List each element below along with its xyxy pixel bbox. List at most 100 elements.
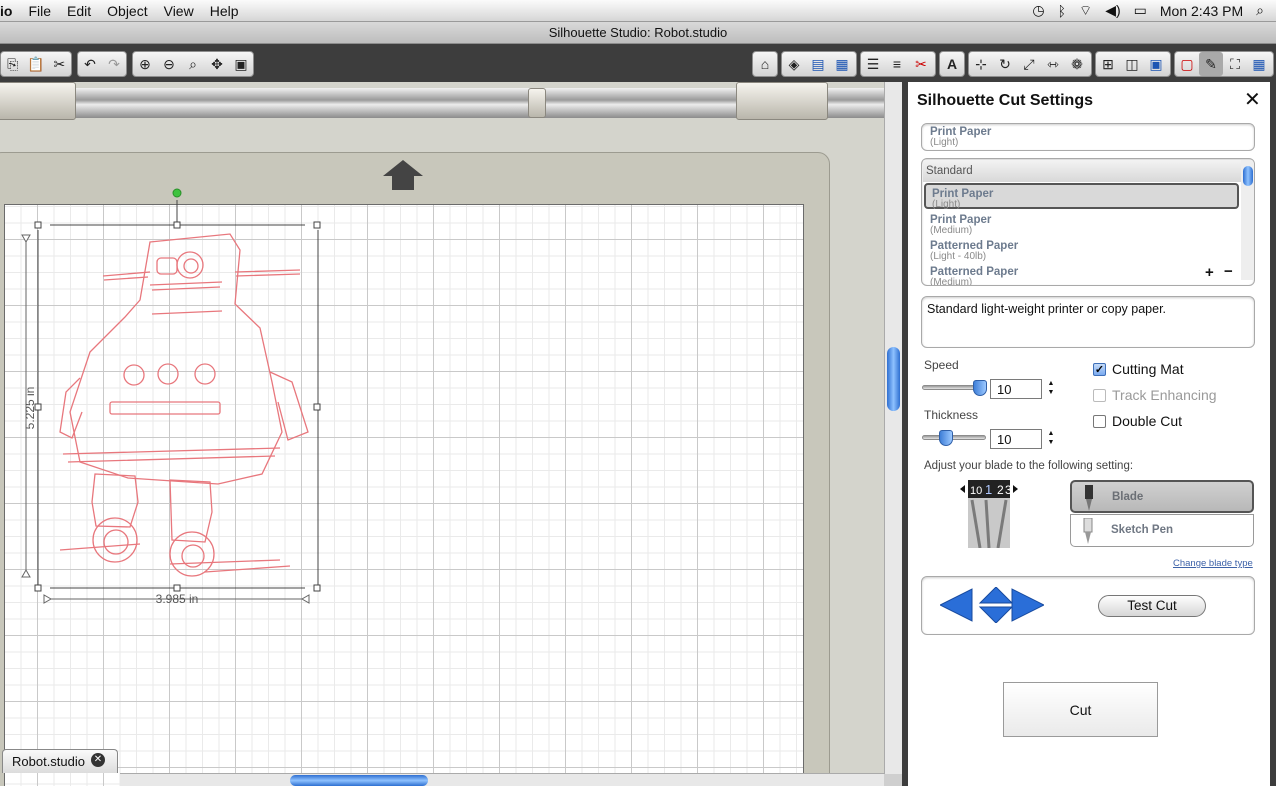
- fit-page-icon[interactable]: ▣: [229, 52, 253, 76]
- arrow-right-icon[interactable]: [1011, 588, 1044, 622]
- copy-icon[interactable]: ⎘: [1, 52, 24, 76]
- text-style-icon[interactable]: A: [940, 52, 964, 76]
- speed-stepper-icon[interactable]: ▲ ▼: [1046, 379, 1056, 397]
- horizontal-scrollbar[interactable]: [120, 773, 884, 786]
- align-icon[interactable]: ⊹: [969, 52, 993, 76]
- volume-icon[interactable]: ◀): [1105, 2, 1120, 19]
- document-tab-label: Robot.studio: [12, 754, 85, 769]
- material-list[interactable]: Standard Print Paper (Light) Print Paper…: [921, 158, 1255, 286]
- tool-sketch-label: Sketch Pen: [1111, 524, 1173, 536]
- checkbox-empty-icon: [1093, 388, 1106, 402]
- store-group: ⌂: [752, 51, 778, 77]
- grid-icon[interactable]: ▦: [830, 52, 854, 76]
- tool-option-sketch-pen[interactable]: Sketch Pen: [1070, 514, 1254, 547]
- page-setup-icon[interactable]: ▤: [806, 52, 830, 76]
- material-item-sub: (Medium): [930, 277, 973, 286]
- zoom-out-icon[interactable]: ⊖: [157, 52, 181, 76]
- robot-design[interactable]: [59, 233, 309, 577]
- material-list-scrollbar[interactable]: [1241, 160, 1254, 280]
- menu-view[interactable]: View: [156, 0, 202, 22]
- material-item[interactable]: Patterned Paper (Medium): [924, 263, 1239, 286]
- battery-icon[interactable]: ▭: [1134, 2, 1147, 19]
- width-dimension-label: 3.985 in: [156, 592, 199, 606]
- track-enhancing-label: Track Enhancing: [1112, 387, 1217, 403]
- menu-app[interactable]: io: [0, 0, 20, 22]
- paste-icon[interactable]: 📋: [24, 52, 47, 76]
- menu-object[interactable]: Object: [99, 0, 155, 22]
- panels-group: ⊞ ◫ ▣: [1095, 51, 1171, 77]
- blade-icon: [1085, 485, 1093, 511]
- thickness-stepper-icon[interactable]: ▲ ▼: [1046, 429, 1056, 447]
- arrow-left-icon[interactable]: [940, 588, 973, 622]
- menu-file[interactable]: File: [20, 0, 59, 22]
- speed-slider[interactable]: [922, 380, 987, 396]
- document-tab[interactable]: Robot.studio ✕: [2, 749, 118, 773]
- horizontal-scroll-thumb[interactable]: [290, 775, 428, 786]
- spotlight-icon[interactable]: ⌕: [1256, 2, 1264, 19]
- material-item-sub: (Medium): [930, 225, 973, 236]
- cut-settings-panel: Silhouette Cut Settings ✕ Print Paper (L…: [908, 82, 1270, 786]
- change-blade-link[interactable]: Change blade type: [1173, 558, 1253, 569]
- menu-edit[interactable]: Edit: [59, 0, 99, 22]
- line-style-icon[interactable]: ≡: [885, 52, 909, 76]
- vertical-scrollbar[interactable]: [884, 82, 902, 774]
- replicate-icon[interactable]: ❁: [1065, 52, 1089, 76]
- test-cut-button[interactable]: Test Cut: [1098, 595, 1206, 617]
- cut-scissors-icon[interactable]: ✂: [48, 52, 71, 76]
- material-item-name: Print Paper: [930, 214, 992, 226]
- grid-view-icon[interactable]: ▦: [1247, 52, 1271, 76]
- arrow-up-icon[interactable]: [978, 587, 1014, 604]
- material-list-scroll-thumb[interactable]: [1243, 166, 1253, 186]
- mirror-icon[interactable]: ⇿: [1041, 52, 1065, 76]
- mode-group: ▢ ✎ ⛶ ▦: [1174, 51, 1274, 77]
- current-material[interactable]: Print Paper (Light): [921, 123, 1255, 151]
- move-arrows: [940, 587, 1044, 623]
- window-title: Silhouette Studio: Robot.studio: [0, 22, 1276, 44]
- bluetooth-icon[interactable]: ᛒ: [1058, 3, 1066, 19]
- close-icon[interactable]: ✕: [1244, 90, 1261, 110]
- cutting-mat-checkbox[interactable]: ✓ Cutting Mat: [1093, 361, 1184, 377]
- line-color-icon[interactable]: ☰: [861, 52, 885, 76]
- zoom-in-icon[interactable]: ⊕: [133, 52, 157, 76]
- cut-button[interactable]: Cut: [1003, 682, 1158, 737]
- vertical-scroll-thumb[interactable]: [887, 347, 900, 411]
- material-item[interactable]: Print Paper (Medium): [924, 211, 1239, 237]
- tool-option-blade[interactable]: Blade: [1070, 480, 1254, 513]
- rotate-icon[interactable]: ↻: [993, 52, 1017, 76]
- fullscreen-icon[interactable]: ⛶: [1223, 52, 1247, 76]
- cut-style-icon[interactable]: ✂: [909, 52, 933, 76]
- redo-icon[interactable]: ↷: [102, 52, 126, 76]
- registration-icon[interactable]: ◫: [1120, 52, 1144, 76]
- material-item-name: Print Paper: [932, 188, 994, 200]
- zoom-select-icon[interactable]: ⌕: [181, 52, 205, 76]
- thickness-input[interactable]: 10: [990, 429, 1042, 449]
- material-item[interactable]: Print Paper (Light): [924, 183, 1239, 210]
- double-cut-checkbox[interactable]: Double Cut: [1093, 413, 1182, 429]
- pan-icon[interactable]: ✥: [205, 52, 229, 76]
- material-item[interactable]: Patterned Paper (Light - 40lb): [924, 237, 1239, 263]
- current-material-sub: (Light): [930, 137, 959, 148]
- cut-settings-icon[interactable]: ✎: [1199, 52, 1223, 76]
- arrow-down-icon[interactable]: [978, 606, 1014, 623]
- thickness-slider[interactable]: [922, 430, 986, 446]
- wifi-icon[interactable]: ⌔: [1079, 2, 1092, 20]
- add-material-icon[interactable]: +: [1205, 264, 1214, 281]
- speed-slider-knob[interactable]: [973, 380, 987, 396]
- history-group: ↶ ↷: [77, 51, 127, 77]
- undo-icon[interactable]: ↶: [78, 52, 102, 76]
- remove-material-icon[interactable]: −: [1224, 263, 1233, 280]
- close-tab-icon[interactable]: ✕: [91, 753, 105, 767]
- design-mode-icon[interactable]: ▢: [1175, 52, 1199, 76]
- scale-icon[interactable]: ⤢: [1017, 52, 1041, 76]
- design-overlay: 5.225 in 3.985 in: [21, 188, 321, 606]
- thickness-slider-knob[interactable]: [939, 430, 953, 446]
- blade-dial-value: 3: [1005, 483, 1012, 497]
- store-icon[interactable]: ⌂: [753, 52, 777, 76]
- library-icon[interactable]: ⊞: [1096, 52, 1120, 76]
- time-machine-icon[interactable]: ◷: [1032, 2, 1044, 19]
- trace-icon[interactable]: ▣: [1144, 52, 1168, 76]
- fill-icon[interactable]: ◈: [782, 52, 806, 76]
- menu-help[interactable]: Help: [202, 0, 247, 22]
- speed-input[interactable]: 10: [990, 379, 1042, 399]
- clock[interactable]: Mon 2:43 PM: [1160, 3, 1243, 19]
